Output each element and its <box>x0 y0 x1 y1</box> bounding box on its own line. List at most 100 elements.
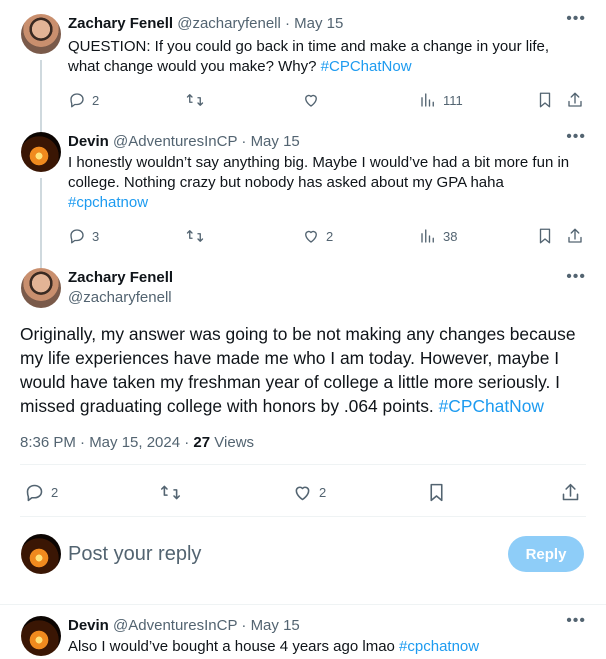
views-count: 27 <box>193 434 211 451</box>
share-button[interactable] <box>566 226 584 246</box>
thread-line <box>40 60 42 132</box>
tweet-text-fragment: missed graduating college with honors by… <box>20 396 434 416</box>
retweet-button[interactable] <box>186 226 204 246</box>
more-horizontal-icon[interactable]: ••• <box>566 268 586 286</box>
reply-icon <box>26 484 43 501</box>
hashtag-link[interactable]: #cpchatnow <box>68 194 148 211</box>
author-handle[interactable]: @AdventuresInCP <box>113 133 237 150</box>
tweet-text-line: Originally, my answer was going to be no… <box>20 324 576 344</box>
bookmark-icon <box>430 483 443 501</box>
tweet-devin-second-reply[interactable]: Devin @AdventuresInCP · May 15 ••• Also … <box>0 612 606 659</box>
main-tweet: Zachary Fenell @zacharyfenell ••• Origin… <box>0 268 606 518</box>
post-date[interactable]: May 15 <box>251 617 300 634</box>
avatar[interactable] <box>21 616 61 656</box>
reply-count: 2 <box>92 92 100 108</box>
views-button[interactable]: 111 <box>419 90 463 110</box>
share-button[interactable] <box>566 90 584 110</box>
like-count: 2 <box>326 228 334 244</box>
like-button[interactable]: 2 <box>292 482 326 502</box>
hashtag-link[interactable]: #CPChatNow <box>321 58 412 75</box>
reply-button[interactable]: 2 <box>24 482 58 502</box>
heart-icon <box>295 486 310 500</box>
reply-button[interactable]: 3 <box>68 226 99 246</box>
share-icon <box>562 483 579 500</box>
reply-icon <box>70 229 84 244</box>
separator: · <box>285 15 290 32</box>
tweet-text-fragment: what change would you make? Why? <box>68 58 317 75</box>
tweet-header: Devin @AdventuresInCP · May 15 <box>68 133 300 151</box>
retweet-icon <box>186 230 204 242</box>
separator: · <box>241 617 247 634</box>
tweet-devin-reply[interactable]: Devin @AdventuresInCP · May 15 ••• I hon… <box>0 128 606 268</box>
like-button[interactable] <box>302 90 320 110</box>
tweet-text-fragment: Also I would’ve bought a house 4 years a… <box>68 638 395 655</box>
tweet-zachary-question[interactable]: Zachary Fenell @zacharyfenell · May 15 •… <box>0 10 606 132</box>
bookmark-button[interactable] <box>536 226 554 246</box>
main-author-name[interactable]: Zachary Fenell <box>68 268 173 288</box>
bookmark-button[interactable] <box>426 482 447 502</box>
tweet-text-line: missed graduating college with honors by… <box>20 394 590 418</box>
main-author-handle[interactable]: @zacharyfenell <box>68 288 172 308</box>
tweet-text-line: what change would you make? Why? #CPChat… <box>68 57 593 77</box>
tweet-text-line: would have taken my freshman year of col… <box>20 372 561 392</box>
author-name[interactable]: Devin <box>68 133 109 150</box>
heart-icon <box>305 230 317 243</box>
hashtag-link[interactable]: #cpchatnow <box>399 638 479 655</box>
post-date[interactable]: May 15 <box>294 15 343 32</box>
more-horizontal-icon[interactable]: ••• <box>566 128 586 146</box>
divider <box>20 464 586 465</box>
tweet-actions: 2 111 <box>68 90 588 110</box>
timestamp-text[interactable]: 8:36 PM · May 15, 2024 · <box>20 434 189 451</box>
post-timestamp[interactable]: 8:36 PM · May 15, 2024 · 27 Views <box>20 434 254 451</box>
avatar[interactable] <box>21 14 61 54</box>
share-icon <box>568 92 582 107</box>
author-name[interactable]: Devin <box>68 617 109 634</box>
thread-line <box>40 178 42 268</box>
retweet-button[interactable] <box>160 482 181 502</box>
reply-composer: Post your reply Reply <box>0 534 606 578</box>
share-button[interactable] <box>560 482 581 502</box>
retweet-icon <box>160 485 181 499</box>
tweet-header: Devin @AdventuresInCP · May 15 <box>68 617 300 635</box>
hashtag-link[interactable]: #CPChatNow <box>439 396 544 416</box>
share-icon <box>568 228 582 243</box>
main-tweet-actions: 2 2 <box>20 482 586 506</box>
reply-input[interactable]: Post your reply <box>68 543 201 566</box>
views-count: 111 <box>443 92 463 108</box>
bookmark-icon <box>539 228 551 244</box>
tweet-text-line: college. Nothing crazy but nobody has as… <box>68 174 504 191</box>
like-count: 2 <box>319 484 327 500</box>
divider <box>20 516 586 517</box>
more-horizontal-icon[interactable]: ••• <box>566 612 586 630</box>
tweet-header: Zachary Fenell @zacharyfenell · May 15 <box>68 15 343 33</box>
views-button[interactable]: 38 <box>419 226 457 246</box>
reply-icon <box>70 93 84 108</box>
bookmark-button[interactable] <box>536 90 554 110</box>
author-handle[interactable]: @zacharyfenell <box>177 15 281 32</box>
divider <box>0 604 606 605</box>
author-name[interactable]: Zachary Fenell <box>68 15 173 32</box>
more-horizontal-icon[interactable]: ••• <box>566 10 586 28</box>
tweet-text-line: #cpchatnow <box>68 193 593 213</box>
tweet-text-line: QUESTION: If you could go back in time a… <box>68 38 550 55</box>
main-tweet-text: Originally, my answer was going to be no… <box>20 322 590 418</box>
reply-submit-button[interactable]: Reply <box>508 536 584 572</box>
tweet-text: Also I would’ve bought a house 4 years a… <box>68 637 593 657</box>
avatar <box>21 534 61 574</box>
author-handle[interactable]: @AdventuresInCP <box>113 617 237 634</box>
views-chart-icon <box>421 229 434 243</box>
post-date[interactable]: May 15 <box>251 133 300 150</box>
tweet-text-line: my life experiences have made me who I a… <box>20 348 560 368</box>
views-count: 38 <box>443 228 458 244</box>
views-label: Views <box>214 434 255 451</box>
reply-count: 2 <box>51 484 59 500</box>
like-button[interactable]: 2 <box>302 226 333 246</box>
reply-button[interactable]: 2 <box>68 90 99 110</box>
heart-icon <box>305 94 317 107</box>
reply-count: 3 <box>92 228 100 244</box>
avatar[interactable] <box>21 132 61 172</box>
tweet-text: QUESTION: If you could go back in time a… <box>68 37 593 77</box>
avatar[interactable] <box>21 268 61 308</box>
retweet-button[interactable] <box>186 90 204 110</box>
views-chart-icon <box>421 93 434 107</box>
